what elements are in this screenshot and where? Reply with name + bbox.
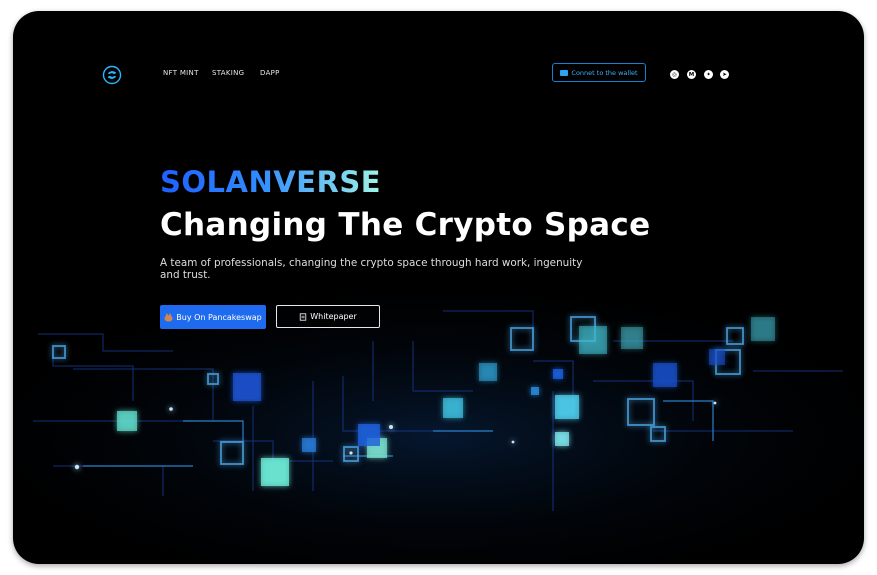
nav-link-staking[interactable]: STAKING <box>212 69 244 77</box>
wallet-icon <box>560 69 569 76</box>
whitepaper-button[interactable]: Whitepaper <box>276 305 380 328</box>
connect-wallet-label: Connet to the wallet <box>571 68 638 77</box>
circuit-background <box>13 281 864 564</box>
buy-button-label: Buy On Pancakeswap <box>176 312 262 322</box>
nav-link-nft-mint[interactable]: NFT MINT <box>163 69 199 77</box>
document-icon <box>300 312 307 321</box>
nav-link-dapp[interactable]: DAPP <box>260 69 280 77</box>
telegram-icon[interactable]: ➤ <box>720 70 729 79</box>
hero-headline: Changing The Crypto Space <box>160 207 651 243</box>
buy-on-pancakeswap-button[interactable]: Buy On Pancakeswap <box>160 305 266 329</box>
brand-title: SOLANVERSE <box>160 165 382 199</box>
whitepaper-button-label: Whitepaper <box>310 312 357 321</box>
page-frame: NFT MINT STAKING DAPP Connet to the wall… <box>13 11 864 564</box>
solanverse-logo-icon[interactable] <box>102 65 122 85</box>
hero-subtitle: A team of professionals, changing the cr… <box>160 257 583 281</box>
pancake-icon <box>164 312 173 322</box>
twitter-icon[interactable]: ✦ <box>704 70 713 79</box>
instagram-icon[interactable]: ◎ <box>670 70 679 79</box>
medium-icon[interactable]: M <box>687 70 696 79</box>
connect-wallet-button[interactable]: Connet to the wallet <box>552 63 646 82</box>
